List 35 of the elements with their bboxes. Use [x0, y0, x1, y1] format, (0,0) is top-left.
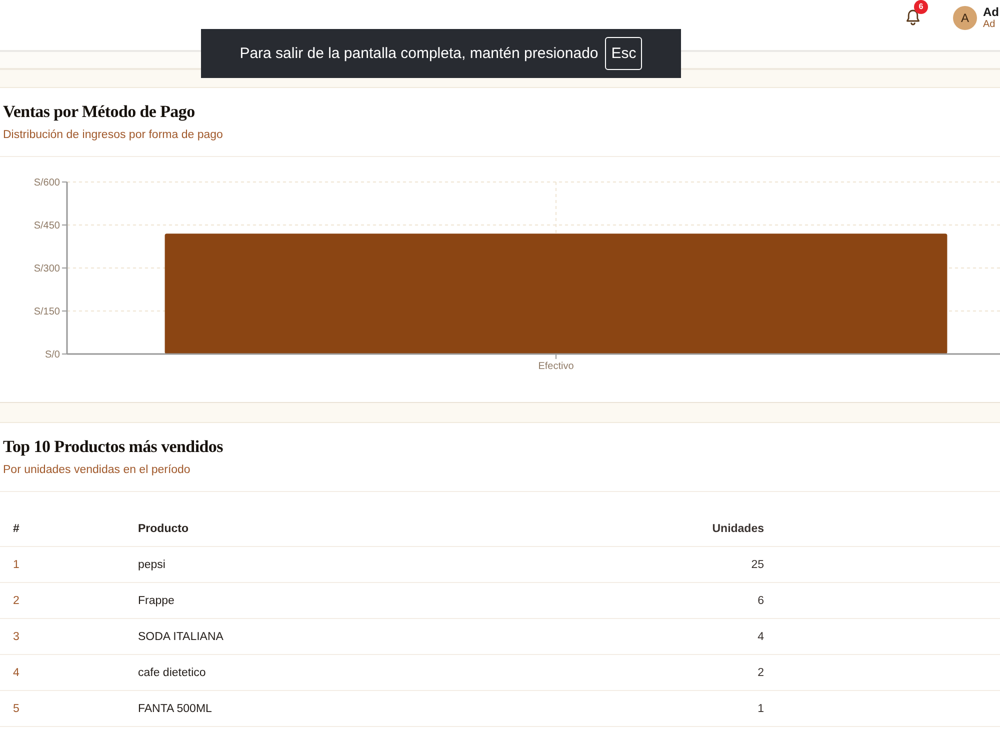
key-label: Esc — [605, 37, 642, 70]
card-subtitle: Distribución de ingresos por forma de pago — [3, 128, 224, 143]
column-header: Unidades — [712, 522, 764, 534]
table-cell: 2 — [758, 666, 764, 678]
table-cell: Frappe — [138, 594, 174, 606]
column-header: # — [13, 522, 20, 534]
y-tick-label: S/150 — [34, 306, 60, 318]
table-cell: 4 — [13, 666, 20, 678]
table-cell: 2 — [13, 594, 20, 606]
table-cell: 4 — [758, 630, 764, 642]
card-title: Top 10 Productos más vendidos — [3, 436, 224, 458]
table-cell: 5 — [13, 702, 20, 714]
table-cell: 3 — [13, 630, 20, 642]
column-header: Producto — [138, 522, 188, 534]
y-tick-label: S/600 — [34, 178, 60, 188]
y-tick-label: S/0 — [44, 350, 60, 360]
x-tick-label: Efectivo — [538, 361, 574, 372]
notice-text: Para salir de la pantalla completa, mantén presionado — [240, 45, 598, 62]
y-tick-label: S/450 — [34, 220, 60, 232]
table-cell: 1 — [758, 702, 764, 714]
y-tick-label: S/300 — [34, 264, 60, 274]
table-cell: 25 — [751, 558, 764, 570]
table-cell: 1 — [13, 558, 20, 570]
user-name: Ad — [983, 5, 999, 19]
avatar[interactable]: A — [953, 6, 977, 30]
card-subtitle: Por unidades vendidas en el período — [3, 463, 192, 478]
table-cell: cafe dietetico — [138, 666, 206, 678]
user-role: Ad — [983, 19, 996, 31]
bell-icon[interactable] — [905, 8, 921, 26]
notification-count: 6 — [914, 0, 928, 14]
table-cell: FANTA 500ML — [138, 702, 212, 714]
table-cell: SODA ITALIANA — [138, 630, 224, 642]
card-title: Ventas por Método de Pago — [3, 101, 196, 123]
table-cell: pepsi — [138, 558, 166, 570]
table-cell: 6 — [758, 594, 764, 606]
